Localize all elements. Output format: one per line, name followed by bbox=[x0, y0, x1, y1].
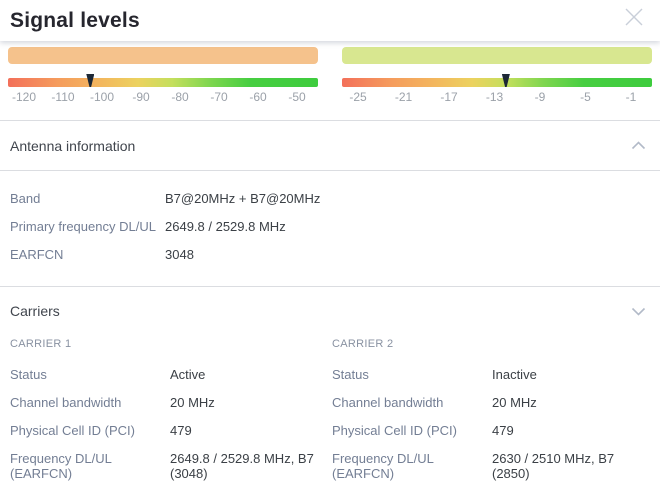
carrier-2-heading: CARRIER 2 bbox=[332, 337, 654, 351]
chevron-up-icon bbox=[631, 141, 646, 150]
carrier-1-column: CARRIER 1 Status Active Channel bandwidt… bbox=[10, 337, 332, 494]
info-label: Frequency DL/UL (EARFCN) bbox=[332, 451, 492, 481]
signal-marker bbox=[86, 74, 94, 87]
scale-tick-label: -50 bbox=[288, 90, 305, 104]
signal-meter-right: -25 -21 -17 -13 -9 -5 -1 bbox=[342, 47, 652, 107]
scale-tick-label: -100 bbox=[90, 90, 114, 104]
signal-meter-left: -120 -110 -100 -90 -80 -70 -60 -50 bbox=[8, 47, 318, 107]
info-value: 2649.8 / 2529.8 MHz bbox=[165, 219, 286, 234]
carriers-grid: CARRIER 1 Status Active Channel bandwidt… bbox=[0, 335, 660, 494]
carrier-1-heading: CARRIER 1 bbox=[10, 337, 332, 351]
carrier-row-frequency: Frequency DL/UL (EARFCN) 2649.8 / 2529.8… bbox=[10, 451, 332, 481]
scale-tick-label: -21 bbox=[395, 90, 412, 104]
scale-tick-label: -120 bbox=[12, 90, 36, 104]
antenna-information-title: Antenna information bbox=[10, 138, 135, 154]
signal-scale-ticks: -25 -21 -17 -13 -9 -5 -1 bbox=[342, 89, 652, 107]
info-value: 3048 bbox=[165, 247, 194, 262]
carrier-row-status: Status Active bbox=[10, 367, 332, 382]
scale-tick-label: -13 bbox=[486, 90, 503, 104]
close-icon bbox=[623, 6, 645, 28]
carriers-title: Carriers bbox=[10, 303, 60, 319]
carrier-row-pci: Physical Cell ID (PCI) 479 bbox=[332, 423, 654, 438]
scale-tick-label: -17 bbox=[440, 90, 457, 104]
scale-tick-label: -70 bbox=[210, 90, 227, 104]
info-row-primary-frequency: Primary frequency DL/UL 2649.8 / 2529.8 … bbox=[10, 212, 650, 240]
info-value: 479 bbox=[492, 423, 650, 438]
close-button[interactable] bbox=[622, 5, 646, 29]
info-value: 20 MHz bbox=[170, 395, 328, 410]
info-value: B7@20MHz + B7@20MHz bbox=[165, 191, 320, 206]
carrier-2-column: CARRIER 2 Status Inactive Channel bandwi… bbox=[332, 337, 654, 494]
info-value: 2649.8 / 2529.8 MHz, B7 (3048) bbox=[170, 451, 328, 481]
info-value: 20 MHz bbox=[492, 395, 650, 410]
scale-tick-label: -25 bbox=[349, 90, 366, 104]
page-title: Signal levels bbox=[10, 9, 140, 33]
info-value: 479 bbox=[170, 423, 328, 438]
carriers-section-toggle[interactable]: Carriers bbox=[0, 287, 660, 335]
scale-tick-label: -1 bbox=[626, 90, 637, 104]
carrier-row-status: Status Inactive bbox=[332, 367, 654, 382]
info-label: Channel bandwidth bbox=[332, 395, 492, 410]
antenna-information-section-toggle[interactable]: Antenna information bbox=[0, 121, 660, 170]
carrier-row-frequency: Frequency DL/UL (EARFCN) 2630 / 2510 MHz… bbox=[332, 451, 654, 481]
signal-scale-gradient bbox=[8, 78, 318, 87]
status-value: Active bbox=[170, 367, 328, 382]
info-label: Status bbox=[332, 367, 492, 382]
signal-level-bar bbox=[8, 47, 318, 64]
info-value: 2630 / 2510 MHz, B7 (2850) bbox=[492, 451, 650, 481]
signal-marker bbox=[502, 74, 510, 87]
info-label: Physical Cell ID (PCI) bbox=[332, 423, 492, 438]
info-label: EARFCN bbox=[10, 247, 165, 262]
scale-tick-label: -60 bbox=[249, 90, 266, 104]
info-label: Band bbox=[10, 191, 165, 206]
modal-header: Signal levels bbox=[0, 0, 660, 41]
info-label: Primary frequency DL/UL bbox=[10, 219, 165, 234]
antenna-information-rows: Band B7@20MHz + B7@20MHz Primary frequen… bbox=[0, 171, 660, 268]
carrier-row-bandwidth: Channel bandwidth 20 MHz bbox=[332, 395, 654, 410]
info-row-earfcn: EARFCN 3048 bbox=[10, 240, 650, 268]
info-label: Frequency DL/UL (EARFCN) bbox=[10, 451, 170, 481]
info-label: Status bbox=[10, 367, 170, 382]
scale-tick-label: -9 bbox=[535, 90, 546, 104]
info-label: Channel bandwidth bbox=[10, 395, 170, 410]
signal-meters: -120 -110 -100 -90 -80 -70 -60 -50 -25 -21 -17 -13… bbox=[0, 47, 660, 107]
scale-tick-label: -5 bbox=[580, 90, 591, 104]
status-value: Inactive bbox=[492, 367, 650, 382]
scale-tick-label: -110 bbox=[51, 90, 74, 104]
signal-level-bar bbox=[342, 47, 652, 64]
info-label: Physical Cell ID (PCI) bbox=[10, 423, 170, 438]
signal-scale-gradient bbox=[342, 78, 652, 87]
scale-tick-label: -90 bbox=[132, 90, 149, 104]
scale-tick-label: -80 bbox=[171, 90, 188, 104]
chevron-down-icon bbox=[631, 307, 646, 316]
carrier-row-bandwidth: Channel bandwidth 20 MHz bbox=[10, 395, 332, 410]
info-row-band: Band B7@20MHz + B7@20MHz bbox=[10, 184, 650, 212]
signal-scale-ticks: -120 -110 -100 -90 -80 -70 -60 -50 bbox=[8, 89, 318, 107]
carrier-row-pci: Physical Cell ID (PCI) 479 bbox=[10, 423, 332, 438]
